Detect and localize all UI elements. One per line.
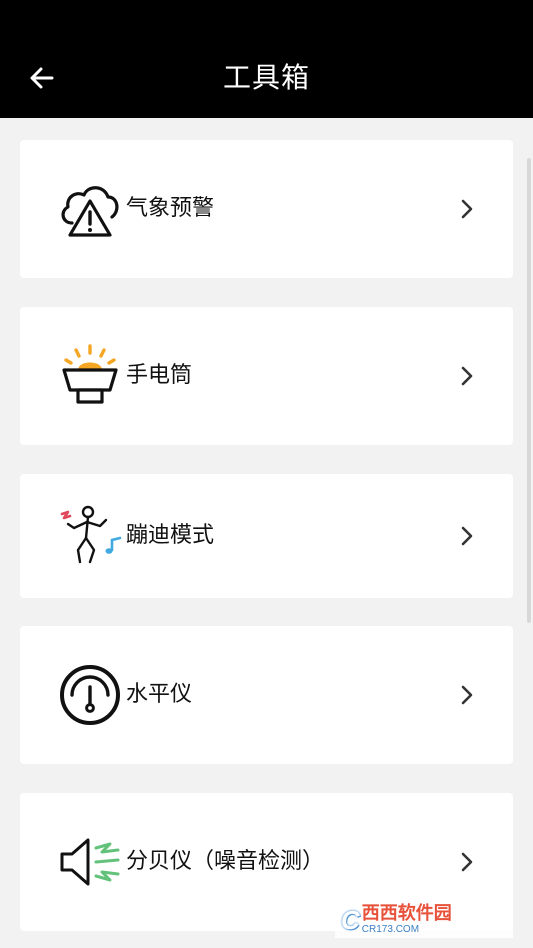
decibel-meter-icon [58,830,122,894]
tool-label: 水平仪 [126,682,193,707]
tool-label: 分贝仪（噪音检测） [126,849,325,874]
page-title: 工具箱 [222,61,310,94]
watermark-logo: C [341,904,360,935]
watermark-url: CR173.COM [361,924,420,935]
chevron-right-icon [457,526,477,546]
level-gauge-icon [58,663,122,727]
weather-warning-icon [58,177,122,241]
tool-label: 蹦迪模式 [126,523,215,548]
scrollbar[interactable] [527,158,531,623]
chevron-right-icon [457,852,477,872]
tool-card-flashlight[interactable]: 手电筒 [20,307,513,445]
watermark-title: 西西软件园 [361,903,452,924]
dance-mode-icon [58,504,122,568]
site-watermark: C 西西软件园 CR173.COM [335,902,513,938]
tool-card-weather-warning[interactable]: 气象预警 [20,140,513,278]
tool-card-dance-mode[interactable]: 蹦迪模式 [20,474,513,598]
chevron-right-icon [457,685,477,705]
flashlight-icon [58,344,122,408]
tool-card-level-gauge[interactable]: 水平仪 [20,626,513,764]
chevron-right-icon [457,199,477,219]
tool-label: 手电筒 [126,363,193,388]
tool-label: 气象预警 [126,196,215,221]
chevron-right-icon [457,366,477,386]
app-header: 工具箱 [0,0,533,118]
